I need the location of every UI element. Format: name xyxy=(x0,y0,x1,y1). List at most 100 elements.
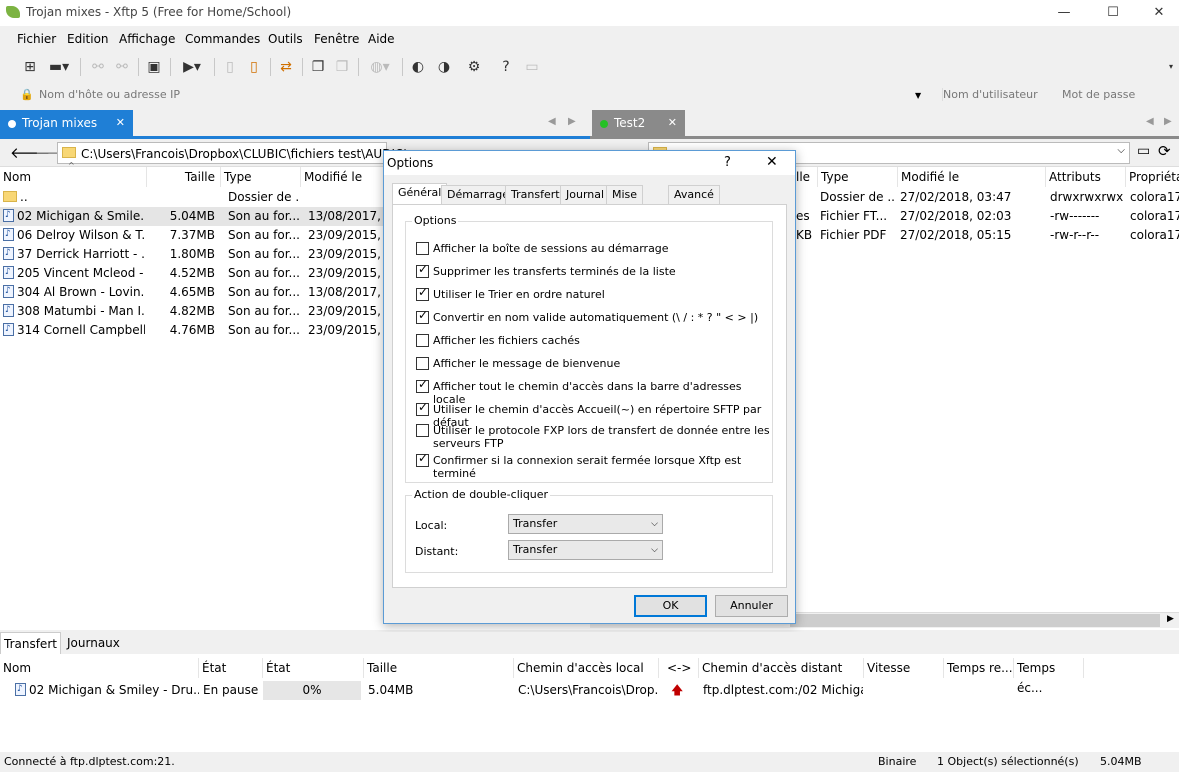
tab-journaux[interactable]: Journaux xyxy=(67,636,120,650)
tab-journal[interactable]: Journal xyxy=(560,185,611,204)
dialog-help-button[interactable]: ? xyxy=(724,155,731,170)
col-chemin-local[interactable]: Chemin d'accès local xyxy=(514,658,659,678)
transfer-icon[interactable]: ⇄ xyxy=(276,57,296,77)
checkbox-box[interactable] xyxy=(416,452,429,467)
file-row[interactable]: 314 Cornell Campbell... 4.76MB Son au for.… xyxy=(0,321,385,340)
edit-file-icon[interactable]: ▯ xyxy=(244,57,264,77)
col-taille[interactable]: Taille xyxy=(147,167,221,187)
col-taille[interactable]: Taille xyxy=(364,658,514,678)
tab-demarrage[interactable]: Démarrage xyxy=(441,185,516,204)
settings-gear-icon[interactable]: ⚙ xyxy=(464,57,484,77)
file-row[interactable]: 304 Al Brown - Lovin... 4.65MB Son au for.… xyxy=(0,283,385,302)
col-attributs[interactable]: Attributs xyxy=(1046,167,1126,187)
cancel-button[interactable]: Annuler xyxy=(715,595,788,617)
chat-icon[interactable]: ▭ xyxy=(522,57,542,77)
checkbox-box[interactable] xyxy=(416,242,429,255)
checkbox-box[interactable] xyxy=(416,309,429,324)
password-input[interactable]: Mot de passe xyxy=(1062,88,1172,101)
refresh-icon[interactable]: ⟳ xyxy=(1158,142,1171,160)
xftp-icon[interactable]: ◑ xyxy=(434,57,454,77)
col-proprietaire[interactable]: Propriéta xyxy=(1126,167,1179,187)
properties-icon[interactable]: ▣ xyxy=(144,57,164,77)
file-row[interactable]: 06 Delroy Wilson & T... 7.37MB Son au for.… xyxy=(0,226,385,245)
new-file-icon[interactable]: ▯ xyxy=(220,57,240,77)
open-session-icon[interactable]: ▬▾ xyxy=(44,57,74,77)
remote-file-row[interactable]: Dossier de ... 27/02/2018, 03:47 drwxrwxrw… xyxy=(796,188,1179,207)
host-dropdown-icon[interactable]: ▼ xyxy=(915,91,921,100)
col-type[interactable]: Type xyxy=(818,167,898,187)
col-chemin-distant[interactable]: Chemin d'accès distant xyxy=(699,658,864,678)
checkbox-box[interactable] xyxy=(416,286,429,301)
col-vitesse[interactable]: Vitesse xyxy=(864,658,944,678)
tab-scroll-left-icon[interactable]: ◀ xyxy=(548,116,556,127)
checkbox-box[interactable] xyxy=(416,378,429,393)
col-temps-restant[interactable]: Temps re... xyxy=(944,658,1014,678)
tab-trojan-mixes[interactable]: Trojan mixes ✕ xyxy=(0,110,133,136)
scrollbar-thumb[interactable] xyxy=(790,614,1160,627)
checkbox-box[interactable] xyxy=(416,357,429,370)
connect-icon[interactable]: ⚯ xyxy=(88,57,108,77)
xshell-icon[interactable]: ◐ xyxy=(408,57,428,77)
menu-outils[interactable]: Outils xyxy=(268,32,303,46)
username-input[interactable]: Nom d'utilisateur xyxy=(942,88,1052,101)
tab-transfert[interactable]: Transfert xyxy=(505,185,566,204)
tab-mise-a-jour[interactable]: Mise à jour xyxy=(606,185,644,237)
paste-icon[interactable]: ❐ xyxy=(332,57,352,77)
tab-scroll-right-icon[interactable]: ▶ xyxy=(568,116,576,127)
host-input[interactable]: Nom d'hôte ou adresse IP xyxy=(39,88,909,101)
checkbox-box[interactable] xyxy=(416,334,429,347)
ok-button[interactable]: OK xyxy=(634,595,707,617)
tab-test2[interactable]: Test2 ✕ xyxy=(592,110,685,136)
tab-close-icon[interactable]: ✕ xyxy=(668,110,677,136)
tab-scroll-right-icon[interactable]: ▶ xyxy=(1164,116,1172,127)
menu-affichage[interactable]: Affichage xyxy=(119,32,175,46)
transfer-row[interactable]: 02 Michigan & Smiley - Dru... En pause 0… xyxy=(0,681,1179,700)
col-modifie[interactable]: Modifié le xyxy=(301,167,391,187)
disconnect-icon[interactable]: ⚯ xyxy=(112,57,132,77)
local-action-select[interactable]: Transfer ⌵ xyxy=(508,514,663,534)
tab-general[interactable]: Général xyxy=(392,183,448,205)
help-icon[interactable]: ? xyxy=(496,57,516,77)
local-path-input[interactable]: C:\Users\Francois\Dropbox\CLUBIC\fichier… xyxy=(57,142,408,164)
col-direction[interactable]: <-> xyxy=(659,658,699,678)
file-row[interactable]: 308 Matumbi - Man I... 4.82MB Son au for..… xyxy=(0,302,385,321)
tab-close-icon[interactable]: ✕ xyxy=(116,110,125,136)
menu-fichier[interactable]: Fichier xyxy=(17,32,56,46)
checkbox-box[interactable] xyxy=(416,263,429,278)
remote-file-row[interactable]: KB Fichier PDF 27/02/2018, 05:15 -rw-r--r--… xyxy=(796,226,1179,245)
remote-file-row[interactable]: es Fichier FT... 27/02/2018, 02:03 -rw-----… xyxy=(796,207,1179,226)
globe-icon[interactable]: ◍▾ xyxy=(364,57,396,77)
close-button[interactable]: ✕ xyxy=(1136,0,1179,26)
maximize-button[interactable]: ☐ xyxy=(1090,0,1136,26)
checkbox-box[interactable] xyxy=(416,424,429,437)
dialog-close-button[interactable]: ✕ xyxy=(766,154,778,170)
checkbox-box[interactable] xyxy=(416,401,429,416)
scroll-right-icon[interactable]: ▶ xyxy=(1167,614,1174,624)
menu-edition[interactable]: Edition xyxy=(67,32,109,46)
col-nom[interactable]: Nom xyxy=(0,167,147,187)
file-row[interactable]: 02 Michigan & Smile... 5.04MB Son au for..… xyxy=(0,207,385,226)
tab-scroll-left-icon[interactable]: ◀ xyxy=(1146,116,1154,127)
tab-transfert[interactable]: Transfert xyxy=(0,632,61,654)
new-session-icon[interactable]: ⊞ xyxy=(20,57,40,77)
tab-avance[interactable]: Avancé xyxy=(668,185,720,204)
col-modifie[interactable]: Modifié le xyxy=(898,167,1046,187)
col-avancement[interactable]: État d'avancem... xyxy=(263,658,364,695)
menu-aide[interactable]: Aide xyxy=(368,32,395,46)
menu-fenetre[interactable]: Fenêtre xyxy=(314,32,359,46)
col-nom[interactable]: Nom xyxy=(0,658,199,678)
file-row[interactable]: .. Dossier de ... xyxy=(0,188,385,207)
copy-icon[interactable]: ❐ xyxy=(308,57,328,77)
new-folder-icon[interactable]: ▭ xyxy=(1137,143,1150,159)
col-type[interactable]: Type xyxy=(221,167,301,187)
toolbar-overflow-icon[interactable]: ▾ xyxy=(1166,57,1176,77)
path-dropdown-icon[interactable]: ⌵ xyxy=(1117,145,1125,156)
minimize-button[interactable]: — xyxy=(1041,0,1087,26)
col-temps-ecoule[interactable]: Temps éc... xyxy=(1014,658,1084,695)
remote-action-select[interactable]: Transfer ⌵ xyxy=(508,540,663,560)
file-row[interactable]: 37 Derrick Harriott - ... 1.80MB Son au fo… xyxy=(0,245,385,264)
execute-icon[interactable]: ▶▾ xyxy=(176,57,208,77)
file-row[interactable]: 205 Vincent Mcleod - ... 4.52MB Son au for… xyxy=(0,264,385,283)
col-etat[interactable]: État xyxy=(199,658,263,678)
menu-commandes[interactable]: Commandes xyxy=(185,32,260,46)
